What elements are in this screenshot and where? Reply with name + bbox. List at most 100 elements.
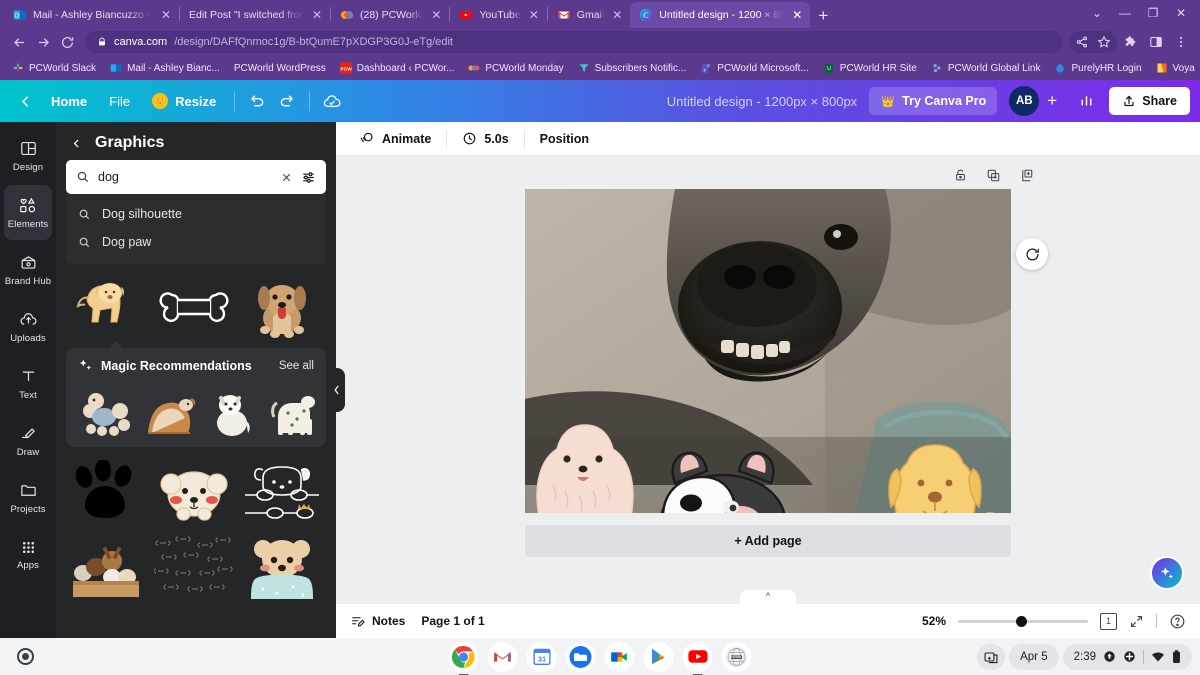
element-thumbnail[interactable] xyxy=(242,272,322,342)
close-icon[interactable]: ✕ xyxy=(159,9,173,21)
reload-icon[interactable] xyxy=(56,31,78,53)
shelf-app-calendar[interactable]: 31 xyxy=(526,641,557,672)
position-button[interactable]: Position xyxy=(530,127,599,151)
search-input[interactable] xyxy=(98,170,272,184)
element-thumbnail[interactable] xyxy=(140,383,198,439)
insights-icon[interactable] xyxy=(1071,86,1101,116)
tray-status[interactable]: 2:39 xyxy=(1062,643,1192,670)
pages-1-icon[interactable]: 1 xyxy=(1100,612,1117,630)
launcher-button[interactable] xyxy=(8,648,42,665)
browser-tab[interactable]: O Mail - Ashley Biancuzzo - Out ✕ xyxy=(4,2,179,28)
element-thumbnail[interactable] xyxy=(66,272,146,342)
star-icon[interactable] xyxy=(1093,31,1115,53)
bookmark-item[interactable]: PCWorld Global Link xyxy=(925,60,1047,76)
duplicate-icon[interactable] xyxy=(986,168,1001,183)
animate-button[interactable]: Animate xyxy=(350,126,441,151)
bookmark-item[interactable]: PurelyHR Login xyxy=(1048,60,1147,76)
file-menu[interactable]: File xyxy=(98,88,141,115)
element-thumbnail[interactable] xyxy=(242,457,322,527)
close-icon[interactable]: ✕ xyxy=(610,9,624,21)
element-thumbnail[interactable] xyxy=(242,535,322,605)
undo-icon[interactable] xyxy=(242,86,272,116)
close-icon[interactable]: ✕ xyxy=(429,9,443,21)
sidebar-item-apps[interactable]: Apps xyxy=(4,527,52,582)
menu-icon[interactable] xyxy=(1170,31,1192,53)
zoom-slider-handle[interactable] xyxy=(1016,615,1027,627)
tray-date[interactable]: Apr 5 xyxy=(1009,643,1059,670)
sidebar-item-design[interactable]: Design xyxy=(4,128,52,183)
help-icon[interactable] xyxy=(1169,613,1186,630)
notes-button[interactable]: Notes xyxy=(350,614,405,629)
bookmark-item[interactable]: Subscribers Notific... xyxy=(572,60,693,76)
regenerate-icon[interactable] xyxy=(1016,238,1048,270)
filter-sliders-icon[interactable] xyxy=(301,170,316,185)
design-page[interactable] xyxy=(525,189,1011,513)
shelf-app-files[interactable] xyxy=(565,641,596,672)
browser-tab[interactable]: Edit Post "I switched from Ph ✕ xyxy=(180,2,330,28)
bookmark-item[interactable]: PCWorld WordPress xyxy=(228,61,332,76)
sidebar-item-uploads[interactable]: Uploads xyxy=(4,299,52,354)
maximize-icon[interactable]: ❐ xyxy=(1140,2,1166,24)
panel-back-icon[interactable] xyxy=(70,137,83,150)
search-box[interactable] xyxy=(66,160,326,194)
bookmark-item[interactable]: PCW Dashboard ‹ PCWor... xyxy=(334,60,461,76)
shelf-app-gmail[interactable] xyxy=(487,641,518,672)
add-page-button[interactable]: + Add page xyxy=(525,525,1011,557)
expand-icon[interactable] xyxy=(1129,614,1144,629)
back-home-icon[interactable] xyxy=(10,86,40,116)
address-bar[interactable]: canva.com/design/DAFfQnmoc1g/B-btQumE7pX… xyxy=(85,31,1062,53)
zoom-slider[interactable] xyxy=(958,615,1088,627)
home-button[interactable]: Home xyxy=(40,88,98,115)
magic-star-icon[interactable] xyxy=(1150,556,1184,590)
sidebar-item-projects[interactable]: Projects xyxy=(4,470,52,525)
panel-collapse-button[interactable] xyxy=(329,368,345,412)
element-thumbnail[interactable] xyxy=(78,383,136,439)
shelf-app-pcworld[interactable]: PCWORLD xyxy=(721,641,752,672)
suggestion-item[interactable]: Dog paw xyxy=(66,228,326,256)
panel-expand-chip[interactable]: ^ xyxy=(740,590,796,604)
element-thumbnail[interactable] xyxy=(154,535,234,605)
sidebar-item-brand-hub[interactable]: Brand Hub xyxy=(4,242,52,297)
element-thumbnail[interactable] xyxy=(154,457,234,527)
add-collaborator-button[interactable]: + xyxy=(1039,88,1065,114)
close-window-icon[interactable]: ✕ xyxy=(1168,2,1194,24)
bookmark-item[interactable]: Voya xyxy=(1150,60,1200,76)
back-icon[interactable] xyxy=(8,31,30,53)
shelf-app-meet[interactable] xyxy=(604,641,635,672)
element-thumbnail[interactable] xyxy=(202,383,260,439)
sidepanel-icon[interactable] xyxy=(1145,31,1167,53)
element-thumbnail[interactable] xyxy=(66,535,146,605)
delete-icon[interactable] xyxy=(1019,168,1034,183)
bookmark-item[interactable]: PCWorld Monday xyxy=(462,60,569,76)
extensions-icon[interactable] xyxy=(1120,31,1142,53)
close-icon[interactable]: ✕ xyxy=(310,9,324,21)
browser-tab-active[interactable]: C Untitled design - 1200 × 800p ✕ xyxy=(630,2,811,28)
try-canva-pro-button[interactable]: 👑 Try Canva Pro xyxy=(869,87,998,115)
browser-tab[interactable]: YouTube ✕ xyxy=(450,2,546,28)
cloud-saved-icon[interactable] xyxy=(317,86,347,116)
clear-search-icon[interactable] xyxy=(280,171,293,184)
new-tab-button[interactable]: + xyxy=(810,4,836,28)
bookmark-item[interactable]: T PCWorld Microsoft... xyxy=(694,60,815,76)
avatar[interactable]: AB xyxy=(1009,86,1040,116)
forward-icon[interactable] xyxy=(32,31,54,53)
duration-button[interactable]: 5.0s xyxy=(452,126,518,151)
close-icon[interactable]: ✕ xyxy=(527,9,541,21)
tab-search-icon[interactable]: ⌄ xyxy=(1084,2,1110,24)
element-thumbnail[interactable] xyxy=(264,383,322,439)
suggestion-item[interactable]: Dog silhouette xyxy=(66,200,326,228)
lock-icon[interactable] xyxy=(953,168,968,183)
shelf-app-chrome[interactable] xyxy=(448,641,479,672)
minimize-icon[interactable]: — xyxy=(1112,2,1138,24)
bookmark-item[interactable]: PCWorld Slack xyxy=(6,60,102,76)
sidebar-item-text[interactable]: Text xyxy=(4,356,52,411)
resize-button[interactable]: 👑 Resize xyxy=(141,87,227,115)
see-all-link[interactable]: See all xyxy=(279,360,314,372)
bookmark-item[interactable]: U PCWorld HR Site xyxy=(817,60,923,76)
shelf-app-play-store[interactable] xyxy=(643,641,674,672)
sidebar-item-elements[interactable]: Elements xyxy=(4,185,52,240)
close-icon[interactable]: ✕ xyxy=(790,9,804,21)
element-thumbnail[interactable] xyxy=(66,457,146,527)
shelf-app-youtube[interactable] xyxy=(682,641,713,672)
share-button[interactable]: Share xyxy=(1109,87,1190,115)
